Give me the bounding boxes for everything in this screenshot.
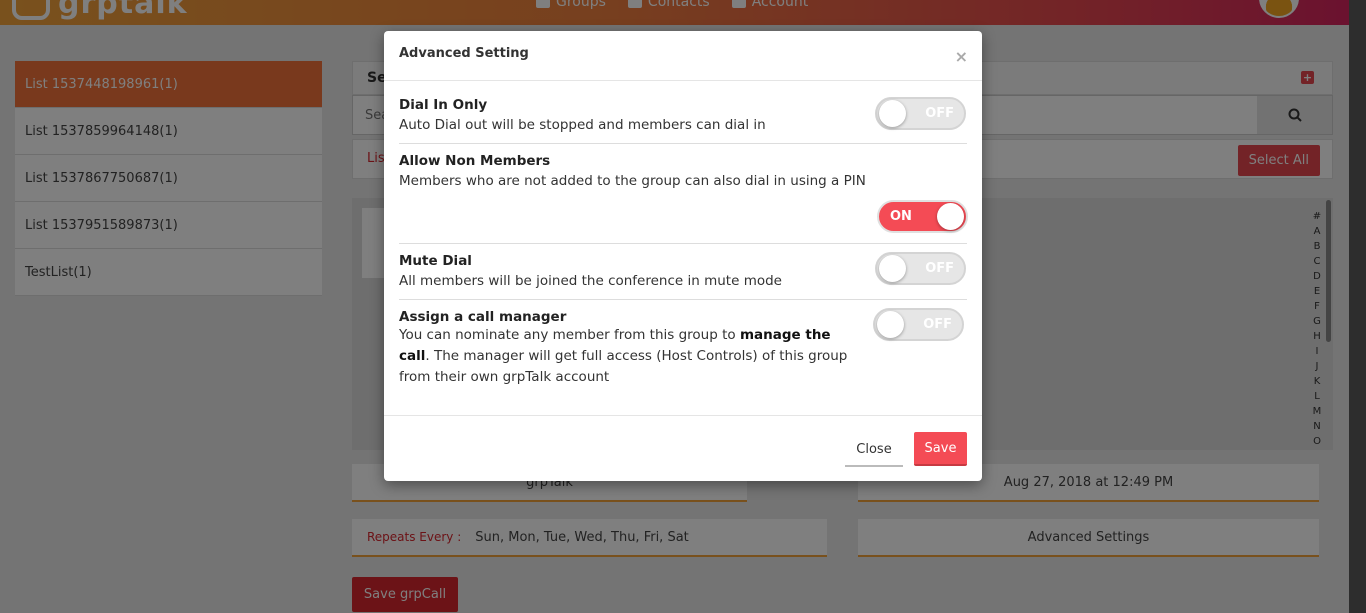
- toggle-state: OFF: [925, 106, 954, 121]
- setting-description: You can nominate any member from this gr…: [399, 325, 849, 388]
- desc-part-1: You can nominate any member from this gr…: [399, 327, 740, 343]
- desc-part-2: . The manager will get full access (Host…: [399, 348, 848, 385]
- setting-allow-non-members: Allow Non Members Members who are not ad…: [399, 153, 967, 244]
- toggle-knob: [877, 311, 904, 338]
- toggle-state: ON: [890, 209, 912, 224]
- toggle-knob: [879, 100, 906, 127]
- assign-call-manager-toggle[interactable]: OFF: [873, 308, 964, 341]
- close-icon[interactable]: ×: [955, 47, 968, 66]
- setting-title: Allow Non Members: [399, 153, 551, 169]
- close-button[interactable]: Close: [845, 433, 903, 467]
- advanced-setting-modal: Advanced Setting × Dial In Only Auto Dia…: [384, 31, 982, 481]
- toggle-knob: [937, 203, 964, 230]
- toggle-knob: [879, 255, 906, 282]
- mute-dial-toggle[interactable]: OFF: [875, 252, 966, 285]
- setting-title: Assign a call manager: [399, 309, 567, 325]
- save-button[interactable]: Save: [914, 432, 967, 466]
- toggle-state: OFF: [925, 261, 954, 276]
- setting-assign-call-manager: Assign a call manager You can nominate a…: [399, 309, 849, 388]
- setting-description: Members who are not added to the group c…: [399, 173, 866, 189]
- modal-title: Advanced Setting: [399, 46, 529, 61]
- window-scrollbar[interactable]: [1349, 0, 1366, 613]
- dial-in-only-toggle[interactable]: OFF: [875, 97, 966, 130]
- allow-non-members-toggle[interactable]: ON: [877, 200, 968, 233]
- modal-footer: Close Save: [384, 415, 982, 481]
- toggle-state: OFF: [923, 317, 952, 332]
- modal-header: Advanced Setting ×: [384, 31, 982, 81]
